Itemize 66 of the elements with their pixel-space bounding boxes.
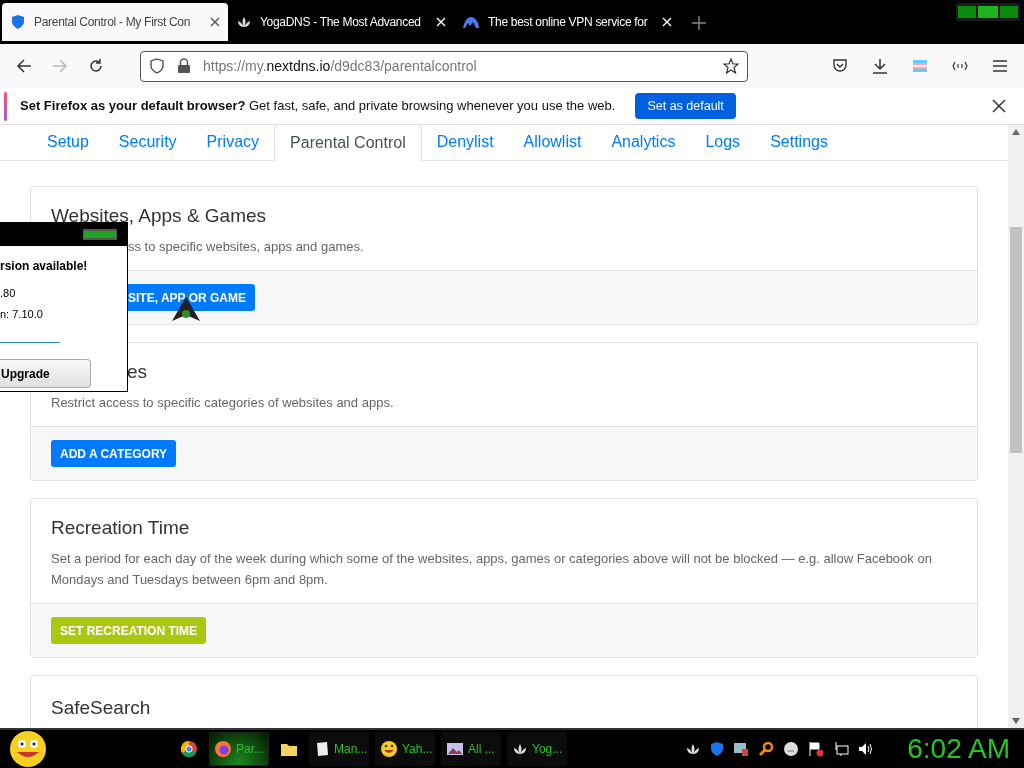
card-title: Websites, Apps & Games [51,204,268,228]
nav-tab[interactable]: Logs [690,125,756,160]
smiley-icon [380,740,398,758]
scroll-down-icon[interactable] [1012,718,1020,724]
new-tab-icon[interactable] [692,16,706,30]
card-description: Restrict access to specific categories of websites and apps. [51,394,395,412]
card-description: ss to specific websites, apps and games. [128,238,365,256]
nav-tab[interactable]: Security [103,125,192,160]
browser-tab[interactable]: Parental Control - My First Con [2,3,228,41]
popup-text: .80 [0,286,17,301]
nav-tab[interactable]: Setup [32,125,104,160]
card-title: SafeSearch [51,696,152,720]
menu-icon[interactable] [992,59,1008,73]
close-icon[interactable] [210,17,220,27]
mountain-icon [462,14,480,30]
shield-icon [10,14,26,30]
popup-heading: rsion available! [0,258,89,275]
monitor-icon[interactable] [733,741,750,757]
window-controls-icon[interactable] [956,3,1020,21]
scroll-up-icon[interactable] [1012,129,1020,135]
browser-tab[interactable]: The best online VPN service for [454,3,680,41]
action-button[interactable]: SITE, APP OR GAME [128,284,256,311]
card-title: es [126,360,149,384]
network-icon[interactable] [833,741,850,757]
clock: 6:02 AM [907,735,1010,763]
nav-tab[interactable]: Parental Control [274,125,422,161]
paper-icon [314,741,330,757]
card-description: Set a period for each day of the week during which some of the websites, apps, games or categories above will not be blocked — e.g. allow Facebook on Mondays and Tuesdays between 6pm and 8pm. [51,550,933,589]
photo-icon [446,741,464,757]
chrome-icon [180,740,198,758]
face-icon[interactable] [783,741,800,757]
magnifier-icon[interactable] [758,741,775,757]
close-icon[interactable] [992,99,1006,113]
shield-icon[interactable] [710,741,725,757]
firefox-icon [214,740,232,758]
action-button[interactable]: ADD A CATEGORY [51,440,177,467]
taskbar-item[interactable]: Yah... [375,732,435,766]
browser-tab[interactable]: YogaDNS - The Most Advanced [228,3,454,41]
back-icon[interactable] [16,58,32,74]
taskbar-item[interactable]: Man... [309,732,369,766]
nav-tab[interactable]: Analytics [596,125,691,160]
lock-icon[interactable] [177,58,191,74]
nav-tab[interactable]: Denylist [421,125,509,160]
notification-text: Set Firefox as your default browser? Get fast, safe, and private browsing whenever you use the web. [20,97,616,116]
card-title: Recreation Time [51,516,191,540]
download-icon[interactable] [872,58,888,74]
extension-icon[interactable] [952,61,968,71]
flag-icon[interactable] [808,741,825,757]
nav-tab[interactable]: Allowlist [508,125,597,160]
shield-icon[interactable] [149,58,165,74]
address-field[interactable]: https://my.nextdns.io/d9dc83/parentalcontrol [140,50,748,82]
taskbar-item[interactable]: Yog... [507,732,567,766]
popup-text: n: 7.10.0 [0,306,44,322]
upgrade-button[interactable]: Upgrade [0,359,91,388]
speaker-icon[interactable] [858,741,875,757]
nav-tab[interactable]: Settings [755,125,843,160]
scrollbar[interactable] [1008,125,1024,728]
star-icon[interactable] [723,58,739,74]
reload-icon[interactable] [88,58,104,74]
taskbar-item[interactable]: All ... [441,732,501,766]
smiley-icon[interactable] [9,730,47,768]
nav-tab[interactable]: Privacy [191,125,275,160]
folder-icon [280,741,298,757]
taskbar-item[interactable]: Par... [209,732,269,766]
pocket-icon[interactable] [832,58,848,74]
set-default-button[interactable]: Set as default [635,93,736,119]
